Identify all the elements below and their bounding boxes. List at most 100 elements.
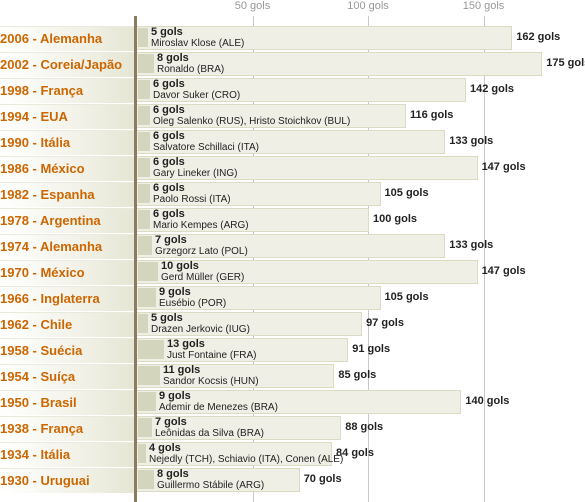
scorer-text: 13 gols Just Fontaine (FRA) — [167, 338, 256, 362]
scorer-goals-bar — [138, 366, 160, 385]
total-goals-label: 147 gols — [481, 161, 526, 173]
scorer-goals-label: 5 gols — [151, 312, 183, 324]
axis-line — [134, 16, 137, 502]
scorer-name: Guillermo Stábile (ARG) — [157, 480, 265, 491]
scorer-goals-bar — [138, 132, 150, 151]
row-label: 2002 - Coreia/Japão — [0, 57, 123, 72]
scorer-name: Ronaldo (BRA) — [157, 64, 225, 75]
scorer-goals-label: 6 gols — [153, 182, 185, 194]
row-label: 1950 - Brasil — [0, 395, 77, 410]
row-label-cell: 1950 - Brasil — [0, 390, 134, 415]
tick-label: 150 gols — [462, 0, 505, 12]
scorer-goals-label: 6 gols — [153, 208, 185, 220]
scorer-text: 6 gols Mario Kempes (ARG) — [153, 208, 249, 232]
chart-row: 2002 - Coreia/Japão 8 gols Ronaldo (BRA) 17… — [0, 51, 585, 77]
chart-row: 1938 - França 7 gols Leônidas da Silva (BR… — [0, 415, 585, 441]
scorer-text: 5 gols Drazen Jerkovic (IUG) — [151, 312, 250, 336]
scorer-goals-bar — [138, 106, 150, 125]
scorer-goals-bar — [138, 262, 158, 281]
tick-label: 100 gols — [347, 0, 389, 12]
row-label: 2006 - Alemanha — [0, 31, 103, 46]
chart-row: 1994 - EUA 6 gols Oleg Salenko (RUS), Hris… — [0, 103, 585, 129]
row-label-cell: 1974 - Alemanha — [0, 234, 134, 259]
row-label: 1930 - Uruguai — [0, 473, 90, 488]
chart-row: 1974 - Alemanha 7 gols Grzegorz Lato (POL)… — [0, 233, 585, 259]
chart-row: 1958 - Suécia 13 gols Just Fontaine (FRA) 9… — [0, 337, 585, 363]
scorer-name: Nejedly (TCH), Schiavio (ITA), Conen (AL… — [149, 454, 344, 465]
total-goals-label: 91 gols — [352, 343, 391, 355]
row-label: 1978 - Argentina — [0, 213, 101, 228]
chart-row: 1998 - França 6 gols Davor Suker (CRO) 142 … — [0, 77, 585, 103]
row-label-cell: 1990 - Itália — [0, 130, 134, 155]
total-goals-label: 162 gols — [516, 31, 561, 43]
scorer-text: 6 gols Davor Suker (CRO) — [153, 78, 240, 102]
scorer-goals-bar — [138, 184, 150, 203]
scorer-name: Grzegorz Lato (POL) — [155, 246, 248, 257]
scorer-goals-label: 7 gols — [155, 416, 187, 428]
total-goals-label: 70 gols — [303, 473, 342, 485]
row-label: 1974 - Alemanha — [0, 239, 103, 254]
total-goals-label: 116 gols — [409, 109, 454, 121]
scorer-name: Gary Lineker (ING) — [153, 168, 238, 179]
scorer-name: Gerd Müller (GER) — [161, 272, 245, 283]
chart-row: 1986 - México 6 gols Gary Lineker (ING) 147… — [0, 155, 585, 181]
scorer-name: Ademir de Menezes (BRA) — [159, 402, 278, 413]
row-label: 1986 - México — [0, 161, 85, 176]
scorer-text: 6 gols Oleg Salenko (RUS), Hristo Stoichk… — [153, 104, 350, 128]
scorer-text: 4 gols Nejedly (TCH), Schiavio (ITA), Con… — [149, 442, 343, 466]
row-label-cell: 1938 - França — [0, 416, 134, 441]
world-cup-goals-chart: 50 gols 100 gols 150 gols 2006 - Alemanha 5 … — [0, 0, 585, 502]
row-label-cell: 1934 - Itália — [0, 442, 134, 467]
total-goals-label: 147 gols — [481, 265, 526, 277]
scorer-goals-bar — [138, 236, 152, 255]
scorer-name: Salvatore Schillaci (ITA) — [153, 142, 259, 153]
scorer-goals-label: 6 gols — [153, 78, 185, 90]
total-goals-label: 100 gols — [373, 213, 418, 225]
scorer-goals-label: 13 gols — [167, 338, 205, 350]
total-goals-label: 105 gols — [384, 291, 429, 303]
chart-row: 1982 - Espanha 6 gols Paolo Rossi (ITA) 105… — [0, 181, 585, 207]
scorer-text: 5 gols Miroslav Klose (ALE) — [151, 26, 244, 50]
scorer-goals-bar — [138, 54, 154, 73]
scorer-goals-label: 8 gols — [157, 52, 189, 64]
scorer-goals-label: 6 gols — [153, 104, 185, 116]
row-label-cell: 1994 - EUA — [0, 104, 134, 129]
scorer-text: 10 gols Gerd Müller (GER) — [161, 260, 244, 284]
scorer-text: 8 gols Guillermo Stábile (ARG) — [157, 468, 264, 492]
scorer-goals-label: 4 gols — [149, 442, 181, 454]
scorer-goals-label: 8 gols — [157, 468, 189, 480]
row-label: 1998 - França — [0, 83, 84, 98]
chart-row: 1990 - Itália 6 gols Salvatore Schillaci (… — [0, 129, 585, 155]
chart-row: 1950 - Brasil 9 gols Ademir de Menezes (BR… — [0, 389, 585, 415]
scorer-name: Davor Suker (CRO) — [153, 90, 241, 101]
scorer-name: Drazen Jerkovic (IUG) — [151, 324, 250, 335]
row-label: 1970 - México — [0, 265, 85, 280]
scorer-goals-bar — [138, 28, 148, 47]
scorer-goals-label: 9 gols — [159, 390, 191, 402]
total-goals-label: 133 gols — [449, 135, 494, 147]
row-label-cell: 1958 - Suécia — [0, 338, 134, 363]
scorer-text: 9 gols Eusébio (POR) — [159, 286, 226, 310]
row-label: 1934 - Itália — [0, 447, 71, 462]
row-label: 1962 - Chile — [0, 317, 73, 332]
scorer-goals-label: 6 gols — [153, 130, 185, 142]
scorer-text: 6 gols Paolo Rossi (ITA) — [153, 182, 231, 206]
chart-row: 2006 - Alemanha 5 gols Miroslav Klose (ALE… — [0, 25, 585, 51]
scorer-text: 6 gols Gary Lineker (ING) — [153, 156, 237, 180]
row-label-cell: 1982 - Espanha — [0, 182, 134, 207]
row-label: 1938 - França — [0, 421, 84, 436]
row-label: 1954 - Suíça — [0, 369, 76, 384]
scorer-goals-bar — [138, 444, 146, 463]
chart-row: 1966 - Inglaterra 9 gols Eusébio (POR) 105 … — [0, 285, 585, 311]
scorer-text: 8 gols Ronaldo (BRA) — [157, 52, 224, 76]
total-goals-label: 175 gols — [546, 57, 585, 69]
scorer-goals-label: 11 gols — [163, 364, 201, 376]
scorer-goals-label: 7 gols — [155, 234, 187, 246]
scorer-text: 11 gols Sandor Kocsis (HUN) — [163, 364, 259, 388]
scorer-text: 7 gols Leônidas da Silva (BRA) — [155, 416, 264, 440]
row-label-cell: 1978 - Argentina — [0, 208, 134, 233]
row-label: 1966 - Inglaterra — [0, 291, 100, 306]
row-label-cell: 1966 - Inglaterra — [0, 286, 134, 311]
scorer-name: Paolo Rossi (ITA) — [153, 194, 231, 205]
scorer-goals-bar — [138, 288, 156, 307]
